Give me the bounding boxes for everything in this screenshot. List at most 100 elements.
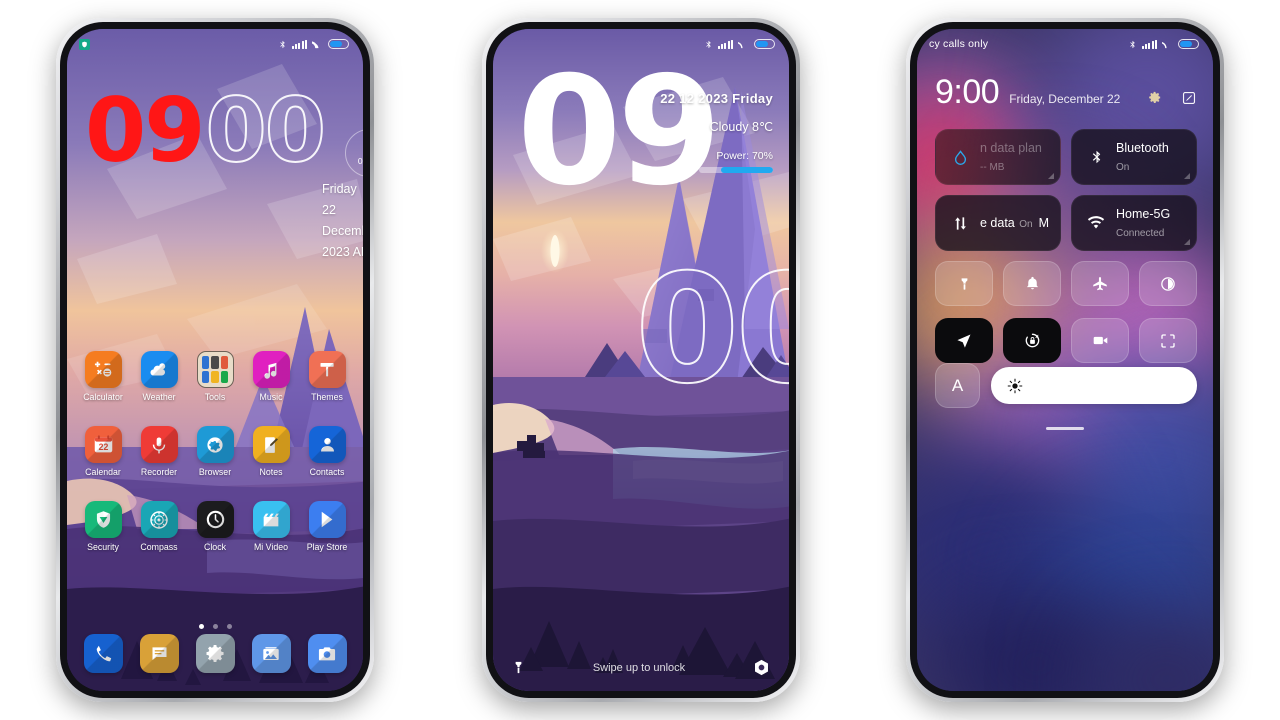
status-bar-right: [1128, 38, 1199, 51]
compass-icon: [140, 501, 178, 538]
browser-icon: [196, 426, 234, 463]
battery-icon: [328, 38, 349, 50]
status-bar-left: cy calls only: [929, 38, 988, 50]
data-icon: [738, 39, 749, 50]
cc-tiles-grid: n data plan -- MB Bluetooth On e data On…: [935, 129, 1197, 251]
tile-expand-corner[interactable]: [1184, 239, 1190, 245]
recorder-icon: [140, 426, 178, 463]
tile-text: e data On: [980, 214, 1033, 232]
toggle-dark-mode[interactable]: [1139, 261, 1197, 306]
camera-shutter-icon[interactable]: [752, 658, 771, 677]
sun-icon: [1007, 378, 1023, 394]
tile-bluetooth[interactable]: Bluetooth On: [1071, 129, 1197, 185]
app-label: Security: [87, 542, 119, 552]
tile-expand-corner[interactable]: [1184, 173, 1190, 179]
app-themes[interactable]: Themes: [299, 351, 355, 402]
app-security[interactable]: Security: [75, 501, 131, 552]
signal-bars-icon: [1141, 39, 1157, 49]
mobile-data-icon: [947, 215, 973, 232]
toggle-airplane-mode[interactable]: [1071, 261, 1129, 306]
phone-bezel: 09 00 Friday 22 December 2023 AM 0Step: [60, 22, 370, 698]
cc-date: Friday, December 22: [1009, 92, 1121, 106]
lock-power-bar: [699, 167, 773, 173]
signal-bars-icon: [717, 39, 733, 49]
mi-video-icon: [252, 501, 290, 538]
toggle-rotation-lock[interactable]: [1003, 318, 1061, 363]
edit-icon[interactable]: [1181, 90, 1197, 106]
tile-title: Home-5G: [1116, 207, 1171, 221]
app-contacts[interactable]: Contacts: [299, 426, 355, 477]
notes-icon: [252, 426, 290, 463]
phone2-screen[interactable]: 09 00 22 12 2023 Friday Cloudy 8℃ Power:…: [493, 29, 789, 691]
app-play-store[interactable]: Play Store: [299, 501, 355, 552]
app-label: Play Store: [306, 542, 348, 552]
page-dot-2[interactable]: [212, 624, 218, 629]
home-clock-widget[interactable]: 09 00: [85, 79, 327, 182]
home-weekday: Friday: [322, 182, 357, 196]
app-calculator[interactable]: Calculator: [75, 351, 131, 402]
lock-bottom-bar: Swipe up to unlock: [493, 658, 789, 677]
toggle-location[interactable]: [935, 318, 993, 363]
status-bar-left: [79, 38, 90, 50]
carrier-label: cy calls only: [929, 38, 989, 50]
messages-icon[interactable]: [139, 634, 179, 673]
home-daymonth: 22 December: [322, 203, 363, 238]
cc-drag-handle[interactable]: [917, 427, 1213, 430]
toggle-screenshot[interactable]: [1139, 318, 1197, 363]
settings-icon[interactable]: [195, 634, 235, 673]
app-label: Weather: [142, 392, 176, 402]
screenshot-icon: [1159, 332, 1177, 350]
app-label: Notes: [259, 467, 283, 477]
toggle-ringer[interactable]: [1003, 261, 1061, 306]
data-icon: [1162, 39, 1173, 50]
phone1-screen[interactable]: 09 00 Friday 22 December 2023 AM 0Step: [67, 29, 363, 691]
app-label: Mi Video: [253, 542, 289, 552]
phone-icon[interactable]: [83, 634, 123, 673]
themes-icon: [308, 351, 346, 388]
tile-title: Bluetooth: [1116, 141, 1169, 155]
app-calendar[interactable]: 22 Calendar: [75, 426, 131, 477]
tile-data-plan[interactable]: n data plan -- MB: [935, 129, 1061, 185]
tile-title: e data: [980, 216, 1015, 230]
home-clock-minutes: 00: [204, 79, 326, 182]
screenshot-stage: 09 00 Friday 22 December 2023 AM 0Step: [0, 0, 1280, 720]
security-icon: [84, 501, 122, 538]
brightness-slider[interactable]: [991, 367, 1197, 404]
gear-icon[interactable]: [1146, 89, 1163, 106]
toggle-flashlight[interactable]: [935, 261, 993, 306]
tile-wifi[interactable]: Home-5G Connected: [1071, 195, 1197, 251]
page-indicator: [67, 624, 363, 629]
phone-device-home: 09 00 Friday 22 December 2023 AM 0Step: [56, 18, 374, 702]
app-music[interactable]: Music: [243, 351, 299, 402]
home-clock-hours: 09: [85, 79, 205, 182]
app-compass[interactable]: Compass: [131, 501, 187, 552]
data-saver-drop-icon: [947, 149, 973, 166]
app-browser[interactable]: Browser: [187, 426, 243, 477]
app-label: Contacts: [309, 467, 345, 477]
dark-mode-icon: [1159, 275, 1177, 293]
toggle-screen-recorder[interactable]: [1071, 318, 1129, 363]
app-clock[interactable]: Clock: [187, 501, 243, 552]
page-dot-1[interactable]: [198, 624, 204, 629]
app-weather[interactable]: Weather: [131, 351, 187, 402]
tile-mobile-data[interactable]: e data On M: [935, 195, 1061, 251]
bell-icon: [1024, 275, 1041, 292]
app-notes[interactable]: Notes: [243, 426, 299, 477]
screen-recorder-icon: [1091, 331, 1110, 350]
app-recorder[interactable]: Recorder: [131, 426, 187, 477]
gallery-icon[interactable]: [251, 634, 291, 673]
tile-expand-corner[interactable]: [1048, 173, 1054, 179]
camera-icon[interactable]: [307, 634, 347, 673]
calculator-icon: [84, 351, 122, 388]
music-icon: [252, 351, 290, 388]
footsteps-icon: [362, 141, 363, 155]
app-tools-folder[interactable]: Tools: [187, 351, 243, 402]
bluetooth-icon: [704, 38, 713, 51]
phone3-screen[interactable]: cy calls only 9:00 Friday, December 22 n…: [917, 29, 1213, 691]
flashlight-icon[interactable]: [511, 659, 526, 676]
auto-brightness-button[interactable]: A: [935, 363, 980, 408]
rotation-lock-icon: [1023, 331, 1042, 350]
page-dot-3[interactable]: [226, 624, 232, 629]
cc-clock: 9:00: [935, 73, 1000, 111]
app-mi-video[interactable]: Mi Video: [243, 501, 299, 552]
